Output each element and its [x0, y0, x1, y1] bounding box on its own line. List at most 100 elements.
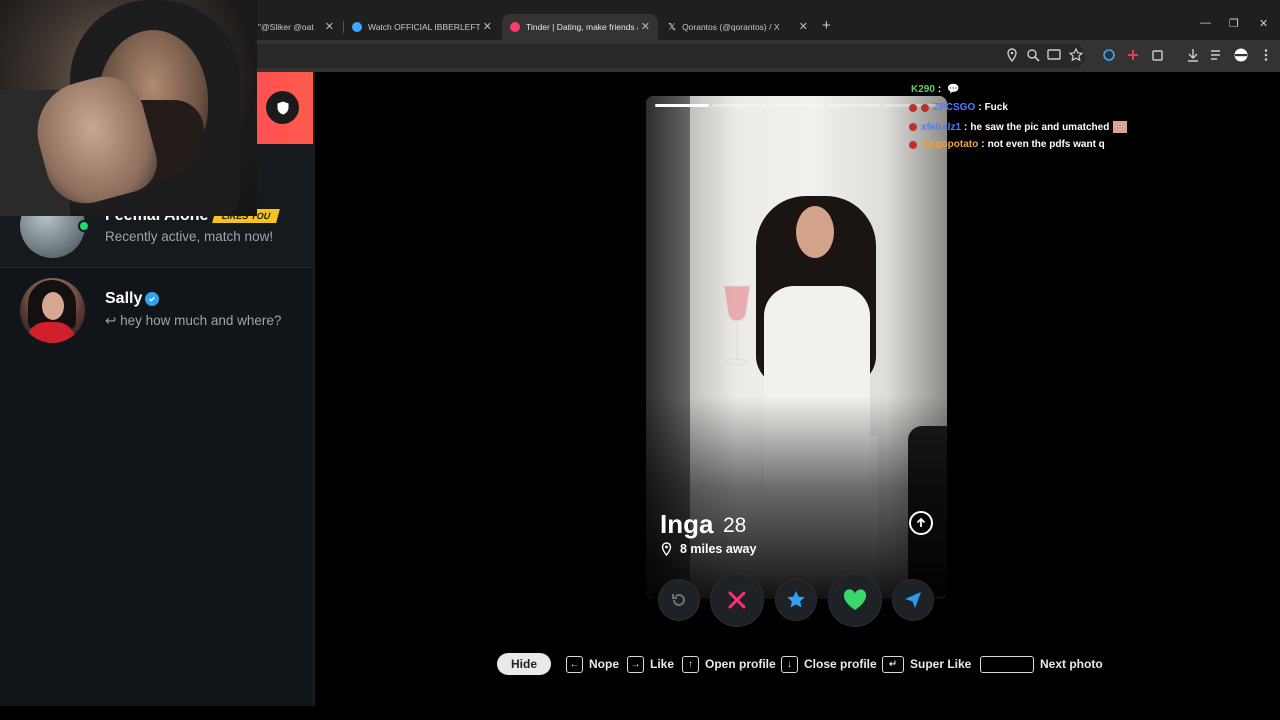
- tab-tinder[interactable]: Tinder | Dating, make friends & ✕: [502, 14, 658, 40]
- chat-badge-icon: [909, 123, 917, 131]
- photo-progress: [655, 104, 939, 107]
- star-icon: [787, 591, 805, 608]
- star-bookmark-icon[interactable]: [1068, 47, 1084, 63]
- chat-separator: :: [937, 84, 942, 95]
- nope-button[interactable]: [711, 574, 763, 626]
- avatar[interactable]: [20, 278, 85, 343]
- shield-icon: [277, 101, 288, 114]
- minimize-button[interactable]: —: [1200, 17, 1211, 29]
- close-icon[interactable]: ✕: [799, 20, 808, 33]
- extension-icon[interactable]: [1101, 47, 1117, 63]
- boost-button[interactable]: [893, 580, 933, 620]
- tinder-flame-icon: [510, 22, 520, 32]
- screen: "@Sliker @oat ✕ Watch OFFICIAL IBBERLEFT…: [0, 0, 1280, 720]
- close-icon[interactable]: ✕: [483, 20, 492, 33]
- tab-label: "@Sliker @oat: [258, 22, 314, 32]
- media-icon[interactable]: [1209, 47, 1225, 63]
- chat-text: Fuck: [984, 102, 1008, 113]
- wine-glass: [723, 285, 751, 366]
- online-status-dot: [78, 220, 90, 232]
- arrow-left-key-icon: ←: [566, 655, 583, 673]
- profile-age: 28: [723, 514, 747, 537]
- zoom-icon[interactable]: [1025, 47, 1041, 63]
- restore-button[interactable]: ❐: [1229, 17, 1239, 30]
- chat-message: xfelralz1 : he saw the pic and umatched: [909, 121, 1128, 133]
- chat-badge-icon: [909, 103, 917, 112]
- enter-key-icon: ↵: [882, 655, 904, 673]
- photo-progress-segment: [769, 104, 824, 107]
- last-message: ↩ hey how much and where?: [105, 313, 281, 329]
- send-icon: [905, 592, 921, 608]
- avatar-face: [42, 292, 64, 320]
- chat-emote-icon: 💬: [947, 84, 960, 95]
- location-icon[interactable]: [1004, 47, 1020, 63]
- last-message-text: hey how much and where?: [120, 313, 282, 328]
- hint-label: Close profile: [804, 657, 877, 671]
- chat-username: xfelralz1: [921, 121, 962, 133]
- super-like-button[interactable]: [776, 580, 816, 620]
- rewind-button[interactable]: [659, 580, 699, 620]
- tab-label: Qorantos (@qorantos) / X: [682, 22, 780, 32]
- match-name[interactable]: Sally: [105, 290, 142, 308]
- verified-badge-icon: [145, 292, 159, 306]
- hint-next-photo: Next photo: [980, 654, 1103, 674]
- photo-progress-segment: [655, 104, 710, 107]
- chat-username: ZPCSGO: [933, 102, 976, 113]
- match-subtitle: Recently active, match now!: [105, 229, 274, 244]
- menu-icon[interactable]: [1258, 47, 1274, 63]
- close-window-button[interactable]: ✕: [1259, 17, 1268, 30]
- rewind-icon: [672, 593, 685, 606]
- tab-watch[interactable]: Watch OFFICIAL IBBERLEFT SO ✕: [344, 14, 500, 40]
- location-pin-icon: [661, 542, 672, 556]
- chat-separator: :: [964, 121, 968, 133]
- chat-message: K290 : 💬: [911, 84, 960, 95]
- profile-icon[interactable]: [1233, 47, 1249, 63]
- hint-label: Nope: [589, 657, 619, 671]
- profile-name: Inga: [660, 509, 714, 539]
- x-icon: [728, 591, 746, 609]
- hide-shortcuts-button[interactable]: Hide: [497, 653, 551, 675]
- open-profile-button[interactable]: [909, 511, 933, 535]
- chat-username: K290: [911, 84, 935, 95]
- hint-nope: ← Nope: [566, 654, 619, 674]
- heart-icon: [843, 589, 867, 610]
- reply-icon: ↩: [105, 313, 117, 328]
- chat-separator: :: [978, 102, 982, 113]
- hint-label: Next photo: [1040, 657, 1103, 671]
- webcam-overlay: [0, 0, 257, 216]
- spacebar-key-icon: [980, 655, 1034, 673]
- tab-qorantos[interactable]: 𝕏 Qorantos (@qorantos) / X ✕: [660, 14, 816, 40]
- chat-message: diegopotato : not even the pdfs want q: [909, 139, 1105, 150]
- hint-label: Open profile: [705, 657, 776, 671]
- hint-like: → Like: [627, 654, 674, 674]
- arrow-up-key-icon: ↑: [682, 655, 699, 673]
- arrow-right-key-icon: →: [627, 655, 644, 673]
- cast-icon[interactable]: [1046, 47, 1062, 63]
- new-tab-button[interactable]: +: [822, 17, 831, 34]
- address-bar[interactable]: [180, 44, 1085, 68]
- like-button[interactable]: [829, 574, 881, 626]
- hint-label: Super Like: [910, 657, 972, 671]
- chat-emote-icon: [1113, 121, 1128, 133]
- download-icon[interactable]: [1185, 47, 1201, 63]
- safety-shield-button[interactable]: [266, 91, 299, 124]
- arrow-down-key-icon: ↓: [781, 655, 798, 673]
- chat-message: ZPCSGO : Fuck: [909, 102, 1008, 113]
- sidebar-divider: [313, 72, 315, 706]
- photo-progress-segment: [712, 104, 767, 107]
- card-gradient: [646, 396, 947, 599]
- puzzle-icon[interactable]: [1150, 47, 1166, 63]
- tab-favicon-icon: [352, 22, 362, 32]
- hint-label: Like: [650, 657, 675, 671]
- hint-open-profile: ↑ Open profile: [682, 654, 776, 674]
- arrow-up-icon: [916, 517, 926, 527]
- hint-close-profile: ↓ Close profile: [781, 654, 877, 674]
- tab-sliker[interactable]: "@Sliker @oat ✕: [250, 14, 342, 40]
- chat-username: diegopotato: [921, 139, 979, 150]
- photo-progress-segment: [826, 104, 881, 107]
- close-icon[interactable]: ✕: [325, 20, 334, 33]
- tab-label: Tinder | Dating, make friends &: [526, 22, 638, 32]
- chat-text: not even the pdfs want q: [987, 139, 1105, 150]
- extension-icon[interactable]: [1125, 47, 1141, 63]
- close-icon[interactable]: ✕: [641, 20, 650, 33]
